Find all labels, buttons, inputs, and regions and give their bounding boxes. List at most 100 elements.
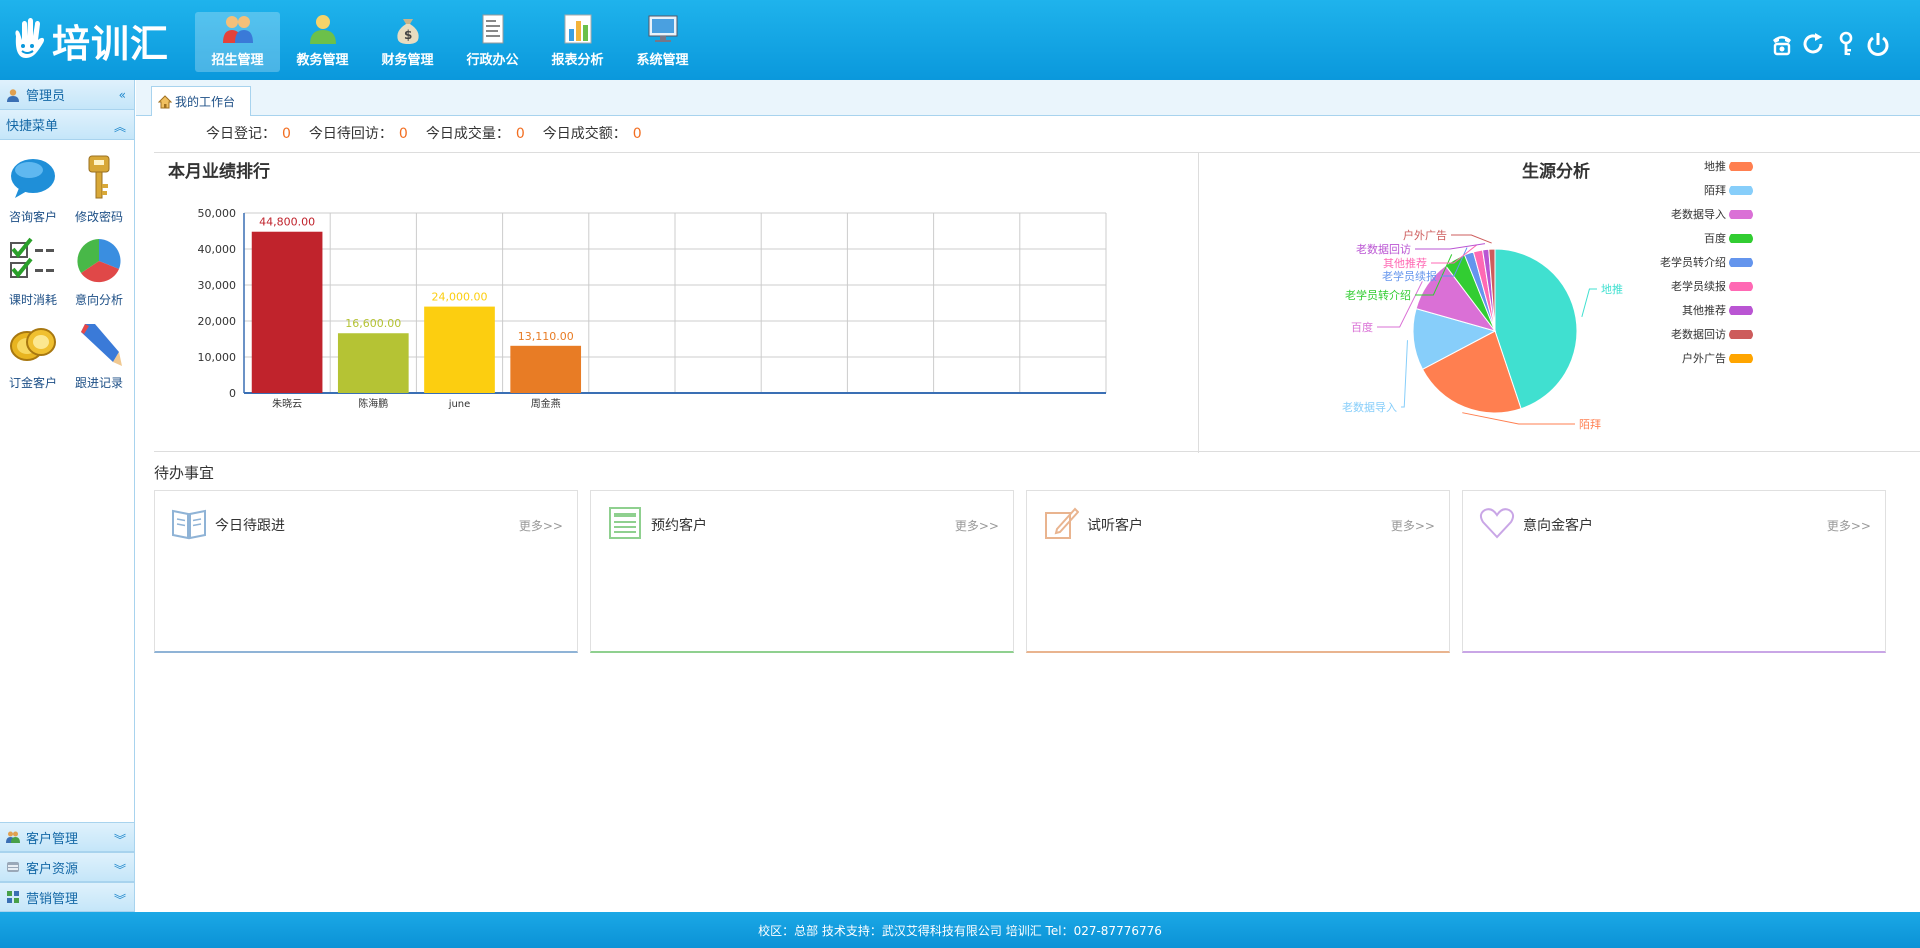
- checklist-icon: [10, 237, 54, 279]
- bar-chart-title: 本月业绩排行: [168, 162, 270, 182]
- pie-slice-label: 老数据回访: [1356, 242, 1411, 256]
- footer-text: 校区：总部 技术支持：武汉艾得科技有限公司 培训汇 Tel：027-877767…: [758, 923, 1162, 938]
- card-title: 今日待跟进: [215, 518, 285, 534]
- chevron-down-icon[interactable]: ︾: [114, 861, 126, 878]
- legend-label[interactable]: 陌拜: [1704, 184, 1726, 197]
- collapse-left-icon[interactable]: «: [119, 88, 126, 102]
- hand-logo-icon: [15, 18, 45, 58]
- stat-today-registered: 今日登记： 0: [206, 123, 291, 143]
- legend-swatch[interactable]: [1729, 186, 1753, 195]
- more-link[interactable]: 更多>>: [1391, 517, 1435, 534]
- section-label: 营销管理: [26, 891, 79, 907]
- quick-menu-header[interactable]: 快捷菜单 ︽: [0, 110, 134, 140]
- nav-finance[interactable]: $ 财务管理: [365, 12, 450, 72]
- quick-follow-up-records[interactable]: 跟进记录: [66, 320, 132, 391]
- chevron-down-icon[interactable]: ︾: [114, 891, 126, 908]
- sidebar-section-customer-management[interactable]: 客户管理 ︾: [0, 822, 134, 852]
- bar-chart: 0 10,000 20,000 30,000 40,000 50,000 44,800.00…: [198, 207, 1107, 410]
- quick-label: 修改密码: [74, 210, 123, 224]
- chevron-down-icon[interactable]: ︾: [114, 831, 126, 848]
- pie-slice-label: 陌拜: [1579, 418, 1601, 431]
- pie-chart-title: 生源分析: [1522, 162, 1590, 182]
- legend-swatch[interactable]: [1729, 330, 1753, 339]
- todo-title: 待办事宜: [154, 464, 215, 482]
- nav-admin[interactable]: 行政办公: [450, 12, 535, 72]
- tab-my-workbench[interactable]: 我的工作台: [151, 86, 251, 116]
- nav-label: 系统管理: [636, 53, 689, 68]
- edit-icon: [1045, 507, 1079, 539]
- document-icon: [482, 14, 503, 44]
- legend-label[interactable]: 户外广告: [1682, 351, 1726, 365]
- user-icon: [7, 88, 19, 102]
- legend-swatch[interactable]: [1729, 354, 1753, 363]
- pie-slice-label: 老学员续报: [1382, 269, 1437, 283]
- bar-value-label: 13,110.00: [518, 330, 574, 343]
- students-icon: [309, 15, 336, 44]
- todo-card-today-follow-up: 今日待跟进 更多>>: [154, 490, 578, 653]
- nav-label: 报表分析: [551, 53, 604, 68]
- quick-label: 意向分析: [74, 293, 123, 307]
- more-link[interactable]: 更多>>: [955, 517, 999, 534]
- legend-swatch[interactable]: [1729, 162, 1753, 171]
- top-header: 培训汇 招生管理 教务管理 $ 财务管理 行政办公 报表分析 系统管理: [0, 0, 1920, 80]
- more-link[interactable]: 更多>>: [519, 517, 563, 534]
- bar[interactable]: [424, 306, 495, 393]
- quick-label: 跟进记录: [74, 376, 123, 390]
- bar-value-label: 44,800.00: [259, 216, 315, 229]
- legend-swatch[interactable]: [1729, 306, 1753, 315]
- pie-label-line: [1581, 288, 1597, 317]
- bar[interactable]: [510, 345, 582, 393]
- nav-label: 行政办公: [466, 53, 519, 68]
- quick-deposit-customer[interactable]: 订金客户: [0, 320, 66, 391]
- stat-value: 0: [398, 125, 408, 142]
- legend-label[interactable]: 老学员续报: [1671, 279, 1726, 293]
- quick-menu: 咨询客户 修改密码 课时消耗 意向分析 订金客户 跟进记录: [0, 140, 134, 391]
- todo-card-intent-deposit: 意向金客户 更多>>: [1462, 490, 1886, 653]
- nav-enrollment[interactable]: 招生管理: [195, 12, 280, 72]
- nav-system[interactable]: 系统管理: [620, 12, 705, 72]
- legend-label[interactable]: 老数据回访: [1671, 327, 1726, 341]
- card-title: 意向金客户: [1523, 518, 1593, 534]
- quick-change-password[interactable]: 修改密码: [66, 154, 132, 225]
- sidebar-section-customer-resources[interactable]: 客户资源 ︾: [0, 852, 134, 882]
- legend-swatch[interactable]: [1729, 234, 1753, 243]
- pie-slice-label: 其他推荐: [1383, 256, 1427, 270]
- y-tick-label: 50,000: [198, 207, 237, 220]
- refresh-icon[interactable]: [1802, 30, 1826, 58]
- legend-label[interactable]: 地推: [1704, 159, 1726, 173]
- key-icon[interactable]: [1834, 30, 1858, 58]
- nav-academic[interactable]: 教务管理: [280, 12, 365, 72]
- nav-label: 财务管理: [381, 53, 434, 68]
- pie-label-line: [1451, 234, 1492, 244]
- legend-label[interactable]: 其他推荐: [1682, 303, 1726, 317]
- quick-consult-customer[interactable]: 咨询客户: [0, 154, 66, 225]
- quick-lesson-consumption[interactable]: 课时消耗: [0, 237, 66, 308]
- database-icon: [7, 862, 19, 872]
- quick-intent-analysis[interactable]: 意向分析: [66, 237, 132, 308]
- phone-icon[interactable]: [1770, 30, 1794, 58]
- pie-slice-label: 老数据导入: [1342, 400, 1397, 414]
- home-icon: [158, 94, 172, 108]
- card-title: 试听客户: [1087, 518, 1143, 534]
- chevron-up-icon[interactable]: ︽: [114, 118, 126, 135]
- sidebar-section-marketing[interactable]: 营销管理 ︾: [0, 882, 134, 912]
- bar[interactable]: [251, 231, 323, 393]
- legend-label[interactable]: 老数据导入: [1671, 207, 1726, 221]
- legend-label[interactable]: 百度: [1704, 231, 1726, 245]
- legend-swatch[interactable]: [1729, 210, 1753, 219]
- tab-bar: 我的工作台: [136, 80, 1920, 116]
- nav-reports[interactable]: 报表分析: [535, 12, 620, 72]
- legend-swatch[interactable]: [1729, 282, 1753, 291]
- y-tick-label: 10,000: [198, 351, 237, 364]
- more-link[interactable]: 更多>>: [1827, 517, 1871, 534]
- bar[interactable]: [337, 333, 409, 393]
- quick-label: 咨询客户: [8, 210, 57, 224]
- legend-swatch[interactable]: [1729, 258, 1753, 267]
- legend-label[interactable]: 老学员转介绍: [1660, 255, 1726, 269]
- sidebar-user-header[interactable]: 管理员 «: [0, 80, 134, 110]
- bar-value-label: 16,600.00: [345, 317, 401, 330]
- svg-text:$: $: [404, 28, 412, 42]
- x-tick-label: 朱晓云: [272, 398, 302, 410]
- stat-today-pending-visits: 今日待回访： 0: [309, 123, 408, 143]
- power-icon[interactable]: [1866, 30, 1890, 58]
